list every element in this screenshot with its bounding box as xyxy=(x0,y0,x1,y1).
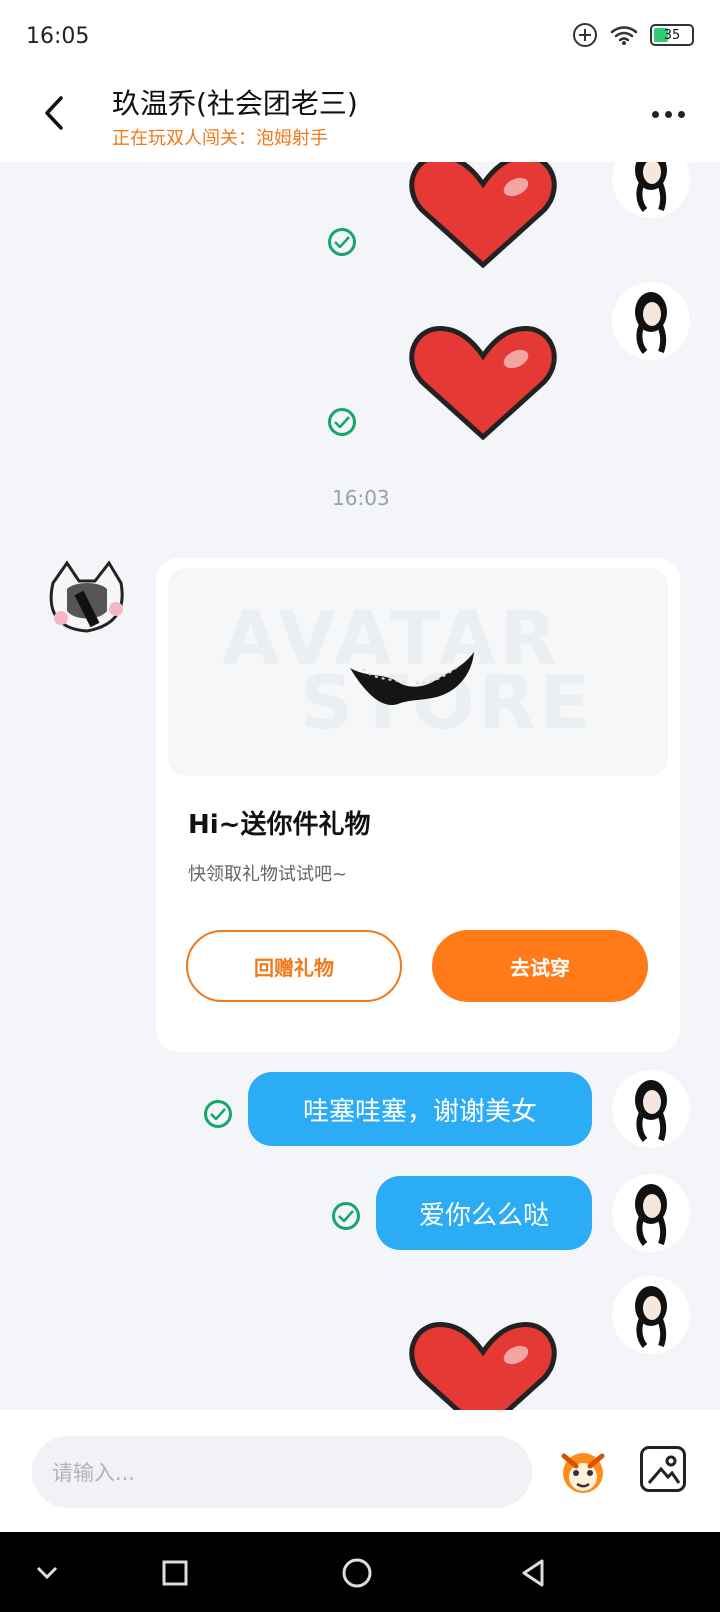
avatar-portrait-icon xyxy=(635,162,667,212)
avatar-portrait-icon xyxy=(635,1286,667,1348)
cat-avatar-icon xyxy=(49,560,124,633)
heart-sticker-icon xyxy=(409,162,557,269)
gift-preview: AVATAR STORE xyxy=(168,568,668,776)
message-list[interactable]: 16:03 AVATAR STORE Hi~送你件礼物 快领取礼物试试吧~ 回赠… xyxy=(0,162,720,1410)
read-check-icon xyxy=(332,1202,360,1230)
battery-icon: 35 xyxy=(650,24,694,46)
more-button[interactable] xyxy=(644,98,692,130)
system-navigation-bar xyxy=(0,1532,720,1612)
return-gift-button[interactable]: 回赠礼物 xyxy=(186,930,402,1002)
add-circle-icon xyxy=(573,23,597,47)
gift-card: AVATAR STORE Hi~送你件礼物 快领取礼物试试吧~ 回赠礼物 去试穿 xyxy=(156,558,680,1052)
sender-avatar[interactable] xyxy=(38,554,136,652)
recent-apps-icon[interactable] xyxy=(158,1556,192,1590)
back-nav-icon[interactable] xyxy=(516,1556,550,1590)
try-on-button[interactable]: 去试穿 xyxy=(432,930,648,1002)
avatar-portrait-icon xyxy=(635,292,667,354)
gift-card-title: Hi~送你件礼物 xyxy=(188,810,371,840)
more-dot xyxy=(677,110,685,118)
home-icon[interactable] xyxy=(340,1556,374,1590)
heart-sticker-icon xyxy=(409,326,557,441)
read-check-icon xyxy=(328,228,356,256)
sent-message-bubble[interactable]: 爱你么么哒 xyxy=(376,1176,592,1250)
image-icon xyxy=(647,1455,681,1484)
user-avatar[interactable] xyxy=(612,1070,690,1148)
user-avatar[interactable] xyxy=(612,1276,690,1354)
wifi-icon xyxy=(610,26,638,45)
user-avatar[interactable] xyxy=(612,282,690,360)
chevron-left-icon xyxy=(45,96,63,130)
sent-message-bubble[interactable]: 哇塞哇塞，谢谢美女 xyxy=(248,1072,592,1146)
gift-card-description: 快领取礼物试试吧~ xyxy=(188,864,348,885)
image-button[interactable] xyxy=(640,1446,686,1492)
heart-sticker-icon xyxy=(409,1322,557,1410)
read-check-icon xyxy=(328,408,356,436)
avatar-portrait-icon xyxy=(635,1184,667,1246)
user-avatar[interactable] xyxy=(612,1174,690,1252)
read-check-icon xyxy=(204,1100,232,1128)
more-dot xyxy=(651,110,659,118)
chat-subtitle: 正在玩双人闯关：泡姆射手 xyxy=(112,128,328,149)
status-time: 16:05 xyxy=(26,24,90,49)
more-dot xyxy=(664,110,672,118)
message-composer: 请输入... xyxy=(0,1410,720,1532)
chat-header: 玖温乔(社会团老三) 正在玩双人闯关：泡姆射手 xyxy=(0,70,720,162)
chat-title: 玖温乔(社会团老三) xyxy=(112,87,358,120)
message-input[interactable]: 请输入... xyxy=(32,1436,532,1508)
avatar-portrait-icon xyxy=(635,1080,667,1142)
monkey-emoji-icon[interactable] xyxy=(556,1442,610,1496)
status-icons: 35 xyxy=(572,22,694,48)
lace-mask-icon xyxy=(350,652,474,706)
message-timestamp: 16:03 xyxy=(332,486,390,510)
user-avatar[interactable] xyxy=(612,162,690,218)
nav-down-icon[interactable] xyxy=(30,1556,64,1590)
back-button[interactable] xyxy=(34,90,74,136)
status-bar: 16:05 35 xyxy=(0,0,720,70)
